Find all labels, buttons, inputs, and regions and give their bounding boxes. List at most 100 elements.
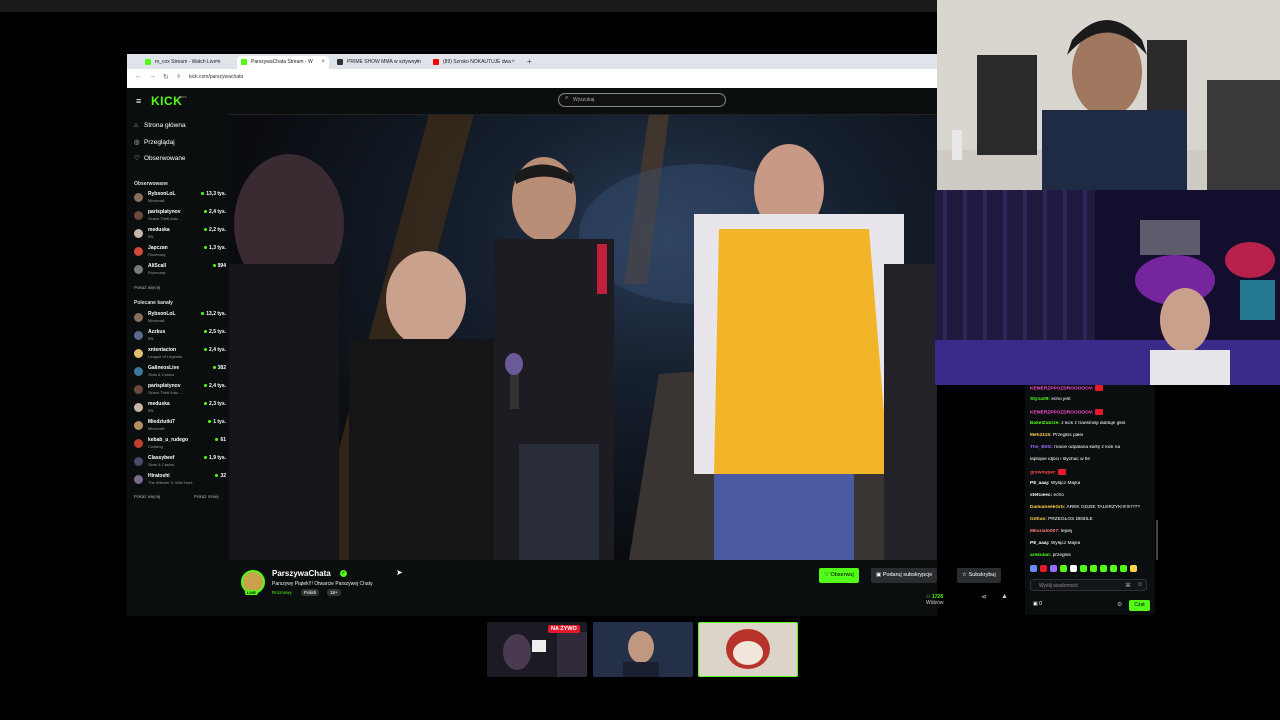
- forward-icon[interactable]: →: [149, 73, 156, 80]
- live-dot-icon: [204, 456, 208, 460]
- points-value: 0: [1039, 601, 1042, 607]
- chat-username[interactable]: KEMERZPPOZDROOOOOV:: [1030, 386, 1093, 391]
- url-field[interactable]: kick.com/parszywachata: [189, 74, 243, 80]
- channel-avatar: [134, 229, 143, 238]
- chat-username[interactable]: Mkuriato007:: [1030, 529, 1060, 534]
- sidebar-channel[interactable]: AliScall Rozmowy 994: [134, 263, 226, 280]
- kick-logo[interactable]: KICK: [151, 94, 182, 108]
- stream-category[interactable]: Rozmowy: [272, 590, 292, 595]
- menu-icon[interactable]: ≡: [136, 97, 141, 106]
- scene-thumbnail[interactable]: [593, 622, 693, 677]
- viewer-count: 2,4 tys.: [209, 209, 226, 215]
- recommended-show-more[interactable]: Pokaż więcej: [134, 494, 160, 499]
- share-icon[interactable]: ⋖: [981, 593, 987, 601]
- sidebar-channel[interactable]: kebab_u_rudego Cooking 61: [134, 437, 226, 454]
- emote-icon[interactable]: [1070, 565, 1077, 572]
- close-tab-icon[interactable]: ×: [215, 56, 219, 69]
- subscribe-button[interactable]: ☆ Subskrybuj: [957, 568, 1001, 583]
- chat-input[interactable]: Wyślij wiadomość ⌘ ☺: [1030, 579, 1147, 591]
- sidebar-channel[interactable]: xntentacion League of Legends 2,4 tys.: [134, 347, 226, 364]
- browser-tab[interactable]: PRIME SHOW MMA w sztywnym ×: [333, 56, 423, 69]
- emote-icon[interactable]: [1090, 565, 1097, 572]
- chat-username[interactable]: P8_aaaj:: [1030, 481, 1049, 486]
- chat-text: lepiej: [1060, 529, 1073, 534]
- followed-show-more[interactable]: Pokaż więcej: [134, 285, 160, 290]
- emote-icon[interactable]: [1060, 565, 1067, 572]
- scene-thumbnail-live[interactable]: NA ŻYWO: [487, 622, 587, 677]
- emote-icon[interactable]: [1050, 565, 1057, 572]
- search-placeholder: Wyszukaj: [573, 97, 595, 103]
- channel-name: Classybeef: [148, 455, 175, 461]
- sidebar-channel[interactable]: Japczan Rozmowy 1,3 tys.: [134, 245, 226, 262]
- sidebar-channel[interactable]: Miedziutki7 Minecraft 1 tys.: [134, 419, 226, 436]
- sidebar-channel[interactable]: Classybeef Slots & Casino 1,9 tys.: [134, 455, 226, 472]
- tag-age[interactable]: 18+: [327, 589, 341, 596]
- sidebar-channel[interactable]: GalineosLive Slots & Casino 382: [134, 365, 226, 382]
- video-player[interactable]: [229, 114, 937, 560]
- chat-username[interactable]: Mefi2115:: [1030, 433, 1052, 438]
- browser-tab[interactable]: m_cox Stream - Watch Live o ×: [141, 56, 223, 69]
- browser-tab-active[interactable]: ParszywaChata Stream - W ×: [237, 56, 329, 69]
- report-icon[interactable]: ▲: [1001, 593, 1008, 600]
- channel-category: Minecraft: [148, 318, 165, 323]
- site-info-icon[interactable]: ⚲: [177, 74, 181, 80]
- sidebar-channel[interactable]: meduska IRL 2,2 tys.: [134, 227, 226, 244]
- channel-points[interactable]: ▣ 0: [1033, 601, 1042, 607]
- close-tab-icon[interactable]: ×: [321, 56, 325, 69]
- chat-username[interactable]: Styna09:: [1030, 397, 1050, 402]
- tag-language[interactable]: Polish: [301, 589, 320, 596]
- chat-send-button[interactable]: Czat: [1129, 600, 1150, 611]
- verified-icon: ✓: [340, 570, 347, 577]
- emote-icon[interactable]: [1030, 565, 1037, 572]
- scene-thumbnail-selected[interactable]: [698, 622, 798, 677]
- chat-username[interactable]: Githus:: [1030, 517, 1047, 522]
- gift-subs-button[interactable]: ▣ Podaruj subskrypcje: [871, 568, 938, 583]
- sidebar-channel[interactable]: meduska IRL 2,3 tys.: [134, 401, 226, 418]
- chat-username[interactable]: KEMERZPPOZDROOOOOV:: [1030, 410, 1093, 415]
- channel-viewers: 2,3 tys.: [204, 401, 226, 407]
- reload-icon[interactable]: ↻: [163, 73, 169, 81]
- emote-icon[interactable]: [1130, 565, 1137, 572]
- chat-text: echo jest: [1051, 397, 1071, 402]
- nav-browse[interactable]: ◎ Przeglądaj: [134, 138, 175, 146]
- emote-icon[interactable]: [1080, 565, 1087, 572]
- chat-settings-icon[interactable]: ⚙: [1117, 601, 1122, 608]
- search-input[interactable]: ⌕ Wyszukaj: [558, 93, 726, 107]
- close-tab-icon[interactable]: ×: [511, 56, 515, 69]
- emote-icon[interactable]: [1100, 565, 1107, 572]
- emote-icon[interactable]: [1110, 565, 1117, 572]
- emoji-icon[interactable]: ☺: [1137, 582, 1143, 588]
- nav-following[interactable]: ♡ Obserwowane: [134, 154, 186, 162]
- viewer-count: 1 tys.: [213, 419, 226, 425]
- chat-username[interactable]: stefcieec:: [1030, 493, 1052, 498]
- command-icon[interactable]: ⌘: [1125, 582, 1131, 589]
- sidebar-channel[interactable]: RybsonLoL Minecraft 13,3 tys.: [134, 191, 226, 208]
- recommended-show-less[interactable]: Pokaż mniej: [194, 494, 219, 499]
- sidebar-channel[interactable]: RybsonLoL Minecraft 13,2 tys.: [134, 311, 226, 328]
- live-dot-icon: [212, 366, 216, 370]
- follow-button[interactable]: ♡ Obserwuj: [819, 568, 859, 583]
- chat-username[interactable]: The_Blitz:: [1030, 445, 1053, 450]
- emote-icon[interactable]: [1040, 565, 1047, 572]
- channel-avatar: [134, 247, 143, 256]
- sidebar-channel[interactable]: parisplatynov Grand Theft Auto ... 2,4 tys…: [134, 209, 226, 226]
- chat-input-placeholder: Wyślij wiadomość: [1039, 583, 1079, 589]
- sidebar-channel[interactable]: Azzkus IRL 2,5 tys.: [134, 329, 226, 346]
- close-tab-icon[interactable]: ×: [415, 56, 419, 69]
- sidebar-channel[interactable]: parisplatynov Grand Theft Auto ... 2,4 tys…: [134, 383, 226, 400]
- chat-scrollbar[interactable]: [1156, 520, 1158, 560]
- chat-username[interactable]: BakelZabrze:: [1030, 421, 1060, 426]
- channel-name: meduska: [148, 401, 170, 407]
- chat-username[interactable]: P8_aaaj:: [1030, 541, 1049, 546]
- chat-username[interactable]: arekulan:: [1030, 553, 1051, 558]
- chat-username[interactable]: grownuper:: [1030, 470, 1056, 475]
- channel-avatar: [134, 193, 143, 202]
- emote-icon[interactable]: [1120, 565, 1127, 572]
- chat-username[interactable]: DamianeekGrb:: [1030, 505, 1065, 510]
- sidebar-channel[interactable]: Hiratoshi The Witcher 3: Wild Hunt 32: [134, 473, 226, 490]
- new-tab-button[interactable]: +: [527, 57, 532, 66]
- nav-home[interactable]: ⌂ Strona główna: [134, 122, 186, 129]
- back-icon[interactable]: ←: [135, 73, 142, 80]
- channel-name[interactable]: ParszywaChata: [272, 569, 331, 578]
- browser-tab[interactable]: (89) Szroko NOKAUTUJE dwa ×: [429, 56, 519, 69]
